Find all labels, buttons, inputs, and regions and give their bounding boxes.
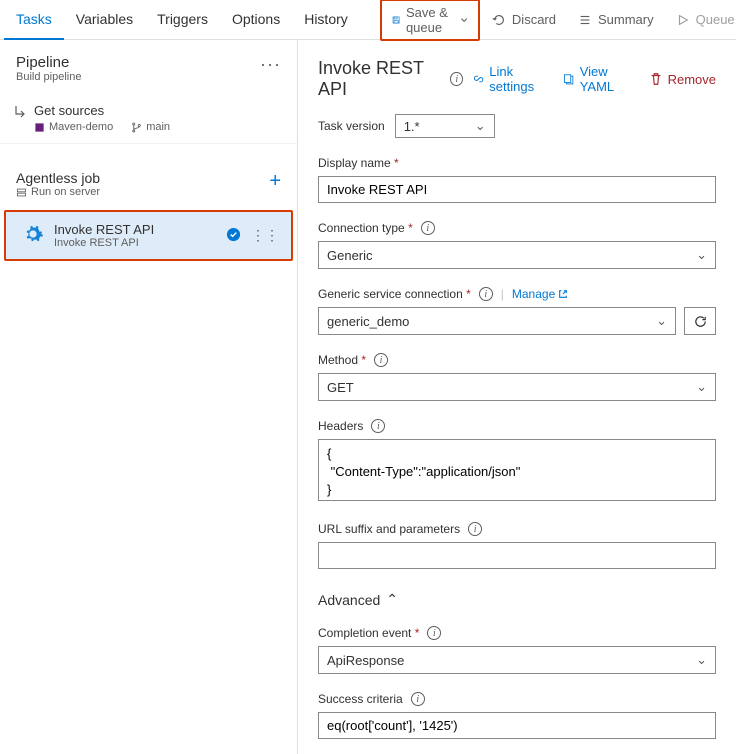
task-subtitle: Invoke REST API [54, 237, 216, 249]
tab-triggers[interactable]: Triggers [145, 0, 220, 40]
link-icon [473, 72, 484, 86]
check-circle-icon [226, 227, 241, 245]
info-icon[interactable]: i [427, 626, 441, 640]
server-icon [16, 187, 27, 198]
pipeline-header[interactable]: Pipeline Build pipeline ··· [0, 40, 297, 93]
add-task-icon[interactable]: + [269, 170, 281, 193]
get-sources-row[interactable]: Get sources Maven-demo main [0, 93, 297, 144]
info-icon[interactable]: i [421, 221, 435, 235]
info-icon[interactable]: i [479, 287, 493, 301]
info-icon[interactable]: i [468, 522, 482, 536]
chevron-down-icon: ⌄ [696, 379, 707, 395]
summary-icon [578, 13, 592, 27]
external-link-icon [558, 289, 568, 299]
chevron-down-icon: ⌄ [475, 118, 486, 134]
task-version-select[interactable]: 1.* ⌄ [395, 114, 495, 138]
queue-label: Queue [696, 12, 735, 27]
refresh-icon [693, 314, 708, 329]
save-queue-button[interactable]: Save & queue [380, 0, 480, 41]
info-icon[interactable]: i [371, 419, 385, 433]
method-select[interactable]: GET ⌄ [318, 373, 716, 401]
pipeline-title: Pipeline [16, 54, 81, 71]
agentless-job-header[interactable]: Agentless job Run on server + [0, 158, 297, 208]
pipeline-subtitle: Build pipeline [16, 71, 81, 83]
tab-options[interactable]: Options [220, 0, 292, 40]
pipeline-more-icon[interactable]: ··· [260, 54, 281, 75]
headers-textarea[interactable]: { "Content-Type":"application/json" } [318, 439, 716, 501]
tab-tasks[interactable]: Tasks [4, 0, 64, 40]
view-yaml-button[interactable]: View YAML [563, 64, 632, 94]
chevron-down-icon [460, 13, 468, 27]
remove-button[interactable]: Remove [649, 64, 716, 94]
toolbar: Save & queue Discard Summary Queue ··· [380, 0, 736, 41]
trash-icon [649, 72, 663, 86]
branch-name: main [131, 121, 170, 133]
tab-variables[interactable]: Variables [64, 0, 145, 40]
chevron-up-icon: ⌃ [386, 591, 398, 608]
get-sources-title: Get sources [34, 103, 170, 118]
top-tabs: Tasks Variables Triggers Options History… [0, 0, 736, 40]
queue-button[interactable]: Queue [666, 8, 736, 31]
repo-icon [34, 122, 45, 133]
info-icon[interactable]: i [411, 692, 425, 706]
summary-button[interactable]: Summary [568, 8, 664, 31]
discard-button[interactable]: Discard [482, 8, 566, 31]
advanced-section-toggle[interactable]: Advanced ⌃ [318, 591, 716, 608]
job-subtitle: Run on server [31, 186, 100, 198]
task-invoke-rest-api[interactable]: Invoke REST API Invoke REST API ⋮⋮ [4, 210, 293, 261]
job-title: Agentless job [16, 170, 100, 186]
refresh-button[interactable] [684, 307, 716, 335]
chevron-down-icon: ⌄ [696, 247, 707, 263]
url-suffix-label: URL suffix and parameters [318, 522, 460, 536]
chevron-down-icon: ⌄ [696, 652, 707, 668]
success-criteria-input[interactable] [318, 712, 716, 739]
method-label: Method [318, 353, 366, 367]
task-title: Invoke REST API [54, 222, 216, 237]
completion-event-label: Completion event [318, 626, 419, 640]
headers-label: Headers [318, 419, 363, 433]
info-icon[interactable]: i [450, 72, 463, 86]
completion-event-select[interactable]: ApiResponse ⌄ [318, 646, 716, 674]
link-settings-button[interactable]: Link settings [473, 64, 547, 94]
chevron-down-icon: ⌄ [656, 313, 667, 329]
task-details-panel: Invoke REST API i Link settings View YAM… [298, 40, 736, 754]
branch-icon [131, 122, 142, 133]
display-name-input[interactable] [318, 176, 716, 203]
drag-handle-icon[interactable]: ⋮⋮ [251, 227, 279, 244]
manage-link[interactable]: Manage [512, 287, 568, 301]
connection-type-label: Connection type [318, 221, 413, 235]
gear-icon [22, 223, 44, 248]
panel-title: Invoke REST API [318, 58, 440, 100]
info-icon[interactable]: i [374, 353, 388, 367]
service-connection-select[interactable]: generic_demo ⌄ [318, 307, 676, 335]
left-pane: Pipeline Build pipeline ··· Get sources … [0, 40, 298, 754]
discard-label: Discard [512, 12, 556, 27]
task-version-label: Task version [318, 119, 385, 133]
save-icon [392, 13, 400, 27]
undo-icon [492, 13, 506, 27]
arrow-down-right-icon [14, 105, 26, 122]
tab-history[interactable]: History [292, 0, 360, 40]
display-name-label: Display name [318, 156, 399, 170]
service-connection-label: Generic service connection [318, 287, 471, 301]
save-queue-label: Save & queue [406, 5, 454, 35]
play-icon [676, 13, 690, 27]
success-criteria-label: Success criteria [318, 692, 403, 706]
url-suffix-input[interactable] [318, 542, 716, 569]
connection-type-select[interactable]: Generic ⌄ [318, 241, 716, 269]
summary-label: Summary [598, 12, 654, 27]
yaml-icon [563, 72, 574, 86]
repo-name: Maven-demo [34, 121, 113, 133]
